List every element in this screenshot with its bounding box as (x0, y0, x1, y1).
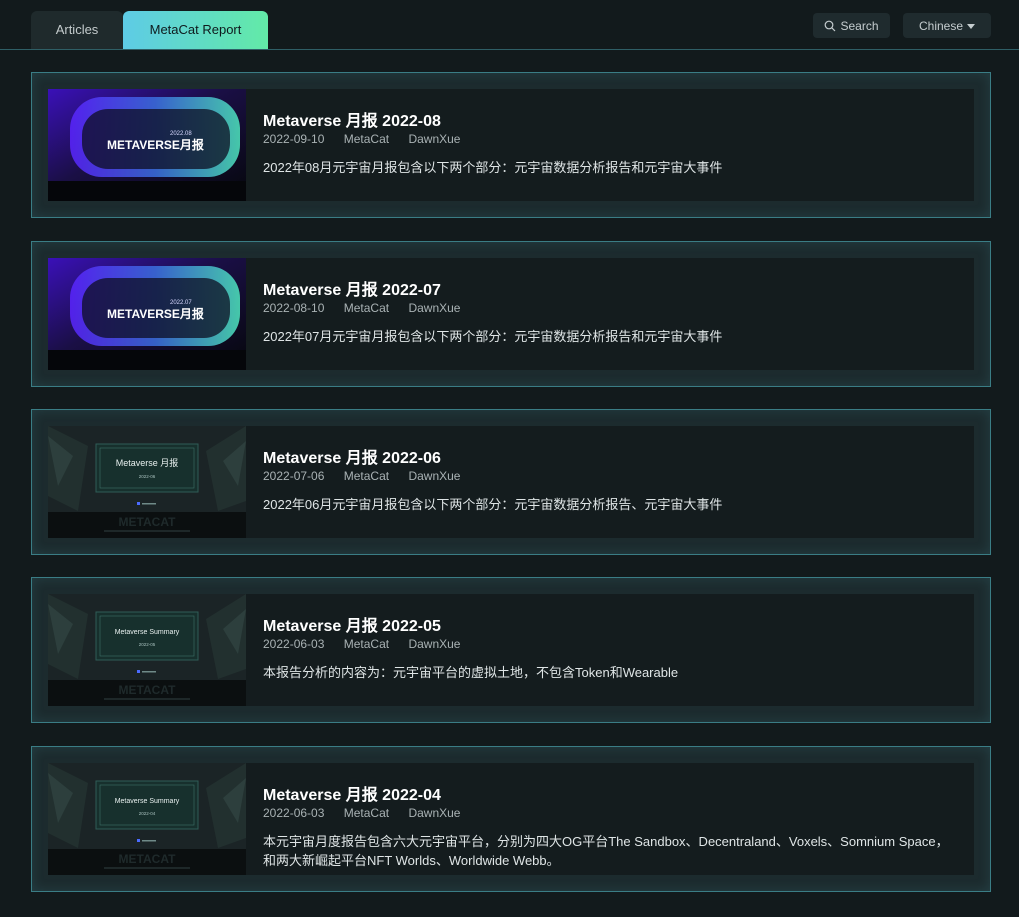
report-thumbnail: Metaverse Summary 2022-05 METACAT (48, 594, 246, 706)
report-description: 本报告分析的内容为：元宇宙平台的虚拟土地，不包含Token和Wearable (263, 665, 679, 680)
report-date: 2022-07-06 (263, 469, 325, 483)
report-card[interactable]: Metaverse Summary 2022-04 METACAT Metave… (31, 746, 991, 892)
report-description: 2022年06月元宇宙月报包含以下两个部分：元宇宙数据分析报告、元宇宙大事件 (263, 497, 723, 512)
report-thumbnail: Metaverse Summary 2022-04 METACAT (48, 763, 246, 875)
report-meta: 2022-08-10 MetaCat DawnXue (263, 301, 476, 315)
language-select[interactable]: Chinese (903, 13, 991, 38)
thumbnail-tag: 2022-04 (139, 811, 156, 816)
report-author: DawnXue (408, 132, 461, 146)
report-date: 2022-08-10 (263, 301, 325, 315)
report-author: DawnXue (408, 806, 461, 820)
report-date: 2022-06-03 (263, 637, 325, 651)
report-source: MetaCat (343, 301, 390, 315)
report-meta: 2022-07-06 MetaCat DawnXue (263, 469, 476, 483)
thumbnail-tag: 2022-05 (139, 642, 156, 647)
report-meta: 2022-09-10 MetaCat DawnXue (263, 132, 476, 146)
thumbnail-image: Metaverse Summary 2022-05 METACAT (48, 594, 246, 706)
report-card-body: Metaverse Summary 2022-04 METACAT Metave… (48, 763, 974, 875)
thumbnail-image: Metaverse Summary 2022-04 METACAT (48, 763, 246, 875)
report-date: 2022-06-03 (263, 806, 325, 820)
report-source: MetaCat (343, 132, 390, 146)
search-icon (825, 20, 836, 31)
report-title[interactable]: Metaverse 月报 2022-08 (263, 107, 441, 131)
thumbnail-brand: METACAT (119, 515, 177, 529)
thumbnail-title: Metaverse Summary (115, 798, 180, 805)
thumbnail-image: METAVERSE月报 2022.07 (48, 258, 246, 370)
report-meta: 2022-06-03 MetaCat DawnXue (263, 806, 476, 820)
report-title[interactable]: Metaverse 月报 2022-04 (263, 781, 441, 805)
report-card[interactable]: Metaverse 月报 2022-06 METACAT Metaverse 月… (31, 409, 991, 555)
search-button[interactable]: Search (813, 13, 890, 38)
thumbnail-title: Metaverse 月报 (116, 457, 179, 468)
report-card[interactable]: Metaverse Summary 2022-05 METACAT Metave… (31, 577, 991, 723)
caret-down-icon (967, 24, 976, 29)
thumbnail-tag: 2022-06 (139, 474, 156, 479)
report-description: 2022年07月元宇宙月报包含以下两个部分：元宇宙数据分析报告和元宇宙大事件 (263, 329, 723, 344)
report-meta: 2022-06-03 MetaCat DawnXue (263, 637, 476, 651)
tab-metacat-report[interactable]: MetaCat Report (123, 11, 268, 49)
thumbnail-image: METAVERSE月报 2022.08 (48, 89, 246, 201)
report-description: 本元宇宙月度报告包含六大元宇宙平台，分别为四大OG平台The Sandbox、D… (263, 834, 949, 868)
report-card[interactable]: METAVERSE月报 2022.08 Metaverse 月报 2022-08… (31, 72, 991, 218)
thumbnail-title: METAVERSE月报 (107, 306, 204, 321)
report-thumbnail: METAVERSE月报 2022.07 (48, 258, 246, 370)
thumbnail-tag: 2022.07 (170, 300, 192, 306)
report-card-body: Metaverse Summary 2022-05 METACAT Metave… (48, 594, 974, 706)
report-card[interactable]: METAVERSE月报 2022.07 Metaverse 月报 2022-07… (31, 241, 991, 387)
tab-articles[interactable]: Articles (31, 11, 123, 49)
report-author: DawnXue (408, 469, 461, 483)
thumbnail-tag: 2022.08 (170, 131, 192, 137)
search-label: Search (840, 18, 879, 33)
thumbnail-brand: METACAT (119, 683, 177, 697)
report-card-body: METAVERSE月报 2022.08 Metaverse 月报 2022-08… (48, 89, 974, 201)
report-thumbnail: METAVERSE月报 2022.08 (48, 89, 246, 201)
thumbnail-brand: METACAT (119, 852, 177, 866)
report-source: MetaCat (343, 469, 390, 483)
report-source: MetaCat (343, 806, 390, 820)
report-date: 2022-09-10 (263, 132, 325, 146)
report-author: DawnXue (408, 637, 461, 651)
report-author: DawnXue (408, 301, 461, 315)
top-navigation: Articles MetaCat Report Search Chinese (0, 0, 1019, 50)
report-source: MetaCat (343, 637, 390, 651)
thumbnail-title: METAVERSE月报 (107, 137, 204, 152)
report-description: 2022年08月元宇宙月报包含以下两个部分：元宇宙数据分析报告和元宇宙大事件 (263, 160, 723, 175)
report-title[interactable]: Metaverse 月报 2022-07 (263, 276, 441, 300)
report-title[interactable]: Metaverse 月报 2022-06 (263, 444, 441, 468)
language-label: Chinese (918, 18, 964, 33)
report-card-body: METAVERSE月报 2022.07 Metaverse 月报 2022-07… (48, 258, 974, 370)
thumbnail-title: Metaverse Summary (115, 629, 180, 636)
report-title[interactable]: Metaverse 月报 2022-05 (263, 612, 441, 636)
report-thumbnail: Metaverse 月报 2022-06 METACAT (48, 426, 246, 538)
thumbnail-image: Metaverse 月报 2022-06 METACAT (48, 426, 246, 538)
report-card-body: Metaverse 月报 2022-06 METACAT Metaverse 月… (48, 426, 974, 538)
